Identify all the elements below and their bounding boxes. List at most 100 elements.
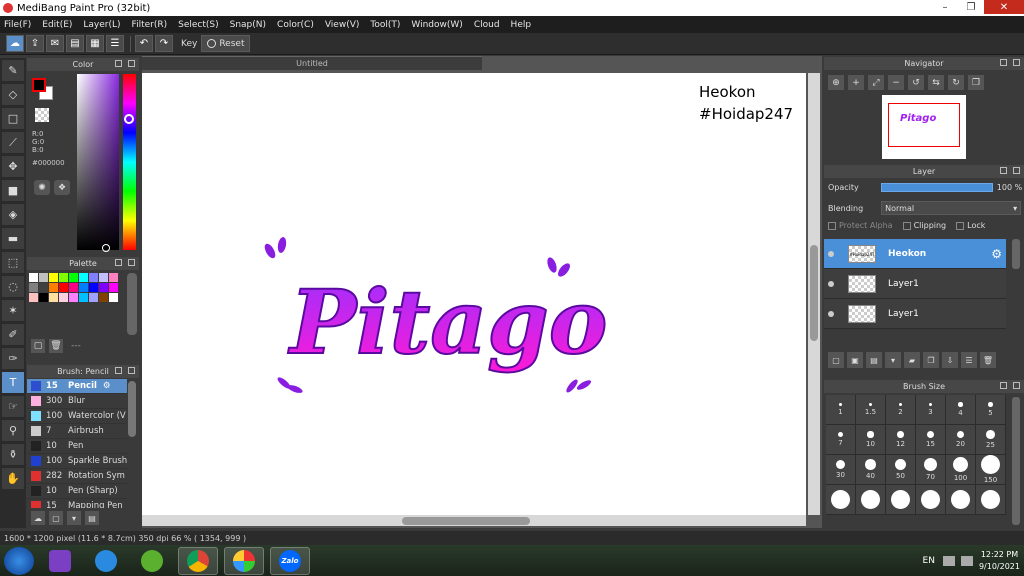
brush-size-cell[interactable]: 12 — [886, 425, 916, 455]
brush-settings-icon[interactable]: ▤ — [85, 511, 99, 525]
zoom-in-icon[interactable]: + — [848, 75, 864, 90]
layer-settings-icon[interactable]: ☰ — [961, 352, 977, 368]
menu-help[interactable]: Help — [511, 20, 532, 30]
brush-item[interactable]: 100 Sparkle Brush — [27, 454, 127, 469]
brush-scrollbar[interactable] — [128, 381, 136, 437]
brush-size-cell[interactable]: 25 — [976, 425, 1006, 455]
drawing-canvas[interactable]: Heokon #Hoidap247 Pitago — [142, 73, 806, 515]
brush-size-cell[interactable] — [826, 485, 856, 515]
palette-swatch[interactable] — [99, 283, 108, 292]
zoom-out-icon[interactable]: − — [888, 75, 904, 90]
palette-scrollbar[interactable] — [127, 273, 137, 335]
float-icon[interactable] — [115, 60, 122, 67]
sv-picker-knob[interactable] — [102, 244, 110, 252]
brush-size-cell[interactable]: 150 — [976, 455, 1006, 485]
visibility-eye-icon[interactable] — [824, 310, 838, 317]
eyedropper-tool-icon[interactable]: ⚲ — [2, 420, 24, 441]
document-icon[interactable]: ▦ — [86, 35, 104, 52]
brush-size-cell[interactable]: 100 — [946, 455, 976, 485]
close-panel-icon[interactable] — [1013, 167, 1020, 174]
volume-icon[interactable] — [960, 555, 973, 566]
brush-size-cell[interactable] — [946, 485, 976, 515]
cloud-icon[interactable]: ☁ — [6, 35, 24, 52]
windows-start-icon[interactable] — [4, 546, 34, 575]
undo-icon[interactable]: ↶ — [135, 35, 153, 52]
network-icon[interactable] — [942, 555, 955, 566]
float-icon[interactable] — [1000, 59, 1007, 66]
menu-cloud[interactable]: Cloud — [474, 20, 500, 30]
protect-alpha-checkbox[interactable] — [828, 221, 836, 230]
new-layer-icon[interactable]: ▢ — [828, 352, 844, 368]
operation-tool-icon[interactable]: ☞ — [2, 396, 24, 417]
float-icon[interactable] — [115, 259, 122, 266]
close-panel-icon[interactable] — [1013, 382, 1020, 389]
brush-size-cell[interactable] — [886, 485, 916, 515]
blending-select[interactable]: Normal ▾ — [881, 201, 1022, 215]
share-icon[interactable]: ⇪ — [26, 35, 44, 52]
select-pen-tool-icon[interactable]: ✐ — [2, 324, 24, 345]
list-icon[interactable]: ☰ — [106, 35, 124, 52]
brush-size-cell[interactable]: 7 — [826, 425, 856, 455]
brush-size-cell[interactable]: 10 — [856, 425, 886, 455]
palette-swatch[interactable] — [109, 293, 118, 302]
hue-slider-knob[interactable] — [124, 114, 134, 124]
brush-size-cell[interactable]: 40 — [856, 455, 886, 485]
palette-swatch[interactable] — [29, 293, 38, 302]
internet-explorer-icon[interactable] — [86, 547, 126, 575]
lasso-tool-icon[interactable]: ◌ — [2, 276, 24, 297]
menu-snap[interactable]: Snap(N) — [230, 20, 266, 30]
canvas-tab[interactable]: Untitled — [142, 56, 482, 70]
brush-size-cell[interactable]: 30 — [826, 455, 856, 485]
delete-palette-icon[interactable]: 🗑 — [49, 339, 63, 353]
palette-swatch[interactable] — [99, 273, 108, 282]
brush-size-cell[interactable]: 1.5 — [856, 395, 886, 425]
fill-rect-tool-icon[interactable]: ■ — [2, 180, 24, 201]
palette-swatch[interactable] — [29, 273, 38, 282]
canvas-horizontal-scrollbar[interactable] — [142, 515, 806, 526]
dot-tool-icon[interactable]: ⟋ — [2, 132, 24, 153]
horizontal-scroll-thumb[interactable] — [402, 517, 530, 525]
palette-swatch[interactable] — [29, 283, 38, 292]
brush-size-cell[interactable]: 3 — [916, 395, 946, 425]
clock[interactable]: 12:22 PM 9/10/2021 — [979, 549, 1020, 573]
magic-wand-tool-icon[interactable]: ✶ — [2, 300, 24, 321]
brush-tool-icon[interactable]: ✎ — [2, 60, 24, 81]
saturation-value-picker[interactable] — [77, 74, 119, 250]
hue-slider[interactable] — [123, 74, 136, 250]
close-panel-icon[interactable] — [1013, 59, 1020, 66]
palette-swatch[interactable] — [39, 293, 48, 302]
zoom-icon[interactable]: ⊕ — [828, 75, 844, 90]
layers-view-icon[interactable]: ❐ — [968, 75, 984, 90]
menu-file[interactable]: File(F) — [4, 20, 31, 30]
folder-icon[interactable]: ▰ — [904, 352, 920, 368]
gradient-tool-icon[interactable]: ▬ — [2, 228, 24, 249]
delete-layer-icon[interactable]: 🗑 — [980, 352, 996, 368]
eraser-tool-icon[interactable]: ◇ — [2, 84, 24, 105]
menu-select[interactable]: Select(S) — [178, 20, 219, 30]
gear-icon[interactable]: ⚙ — [103, 381, 111, 391]
layer-row[interactable]: Layer1 — [824, 269, 1006, 299]
shape-tool-icon[interactable]: □ — [2, 108, 24, 129]
color-wheel-icon[interactable]: ✺ — [34, 180, 50, 195]
clipping-checkbox[interactable] — [902, 221, 911, 230]
move-tool-icon[interactable]: ✥ — [2, 156, 24, 177]
palette-swatch[interactable] — [89, 283, 98, 292]
menu-view[interactable]: View(V) — [325, 20, 360, 30]
brush-item[interactable]: 10 Pen — [27, 439, 127, 454]
opacity-slider[interactable] — [880, 183, 993, 192]
brush-menu-icon[interactable]: ▾ — [67, 511, 81, 525]
chrome-icon[interactable] — [178, 546, 218, 575]
new-brush-icon[interactable]: ▢ — [49, 511, 63, 525]
layer-scrollbar[interactable] — [1012, 239, 1020, 269]
gear-icon[interactable]: ⚙ — [991, 247, 1002, 261]
add-layer-menu-icon[interactable]: ▾ — [885, 352, 901, 368]
maximize-button[interactable]: ❐ — [958, 0, 984, 14]
minimize-button[interactable]: – — [932, 0, 958, 14]
palette-swatch[interactable] — [49, 273, 58, 282]
float-icon[interactable] — [1000, 382, 1007, 389]
brush-item[interactable]: 15 Pencil ⚙ — [27, 379, 127, 394]
fit-icon[interactable]: ⤢ — [868, 75, 884, 90]
comment-icon[interactable]: ✉ — [46, 35, 64, 52]
foreground-color-swatch[interactable] — [32, 78, 46, 92]
brush-item[interactable]: 100 Watercolor (V — [27, 409, 127, 424]
